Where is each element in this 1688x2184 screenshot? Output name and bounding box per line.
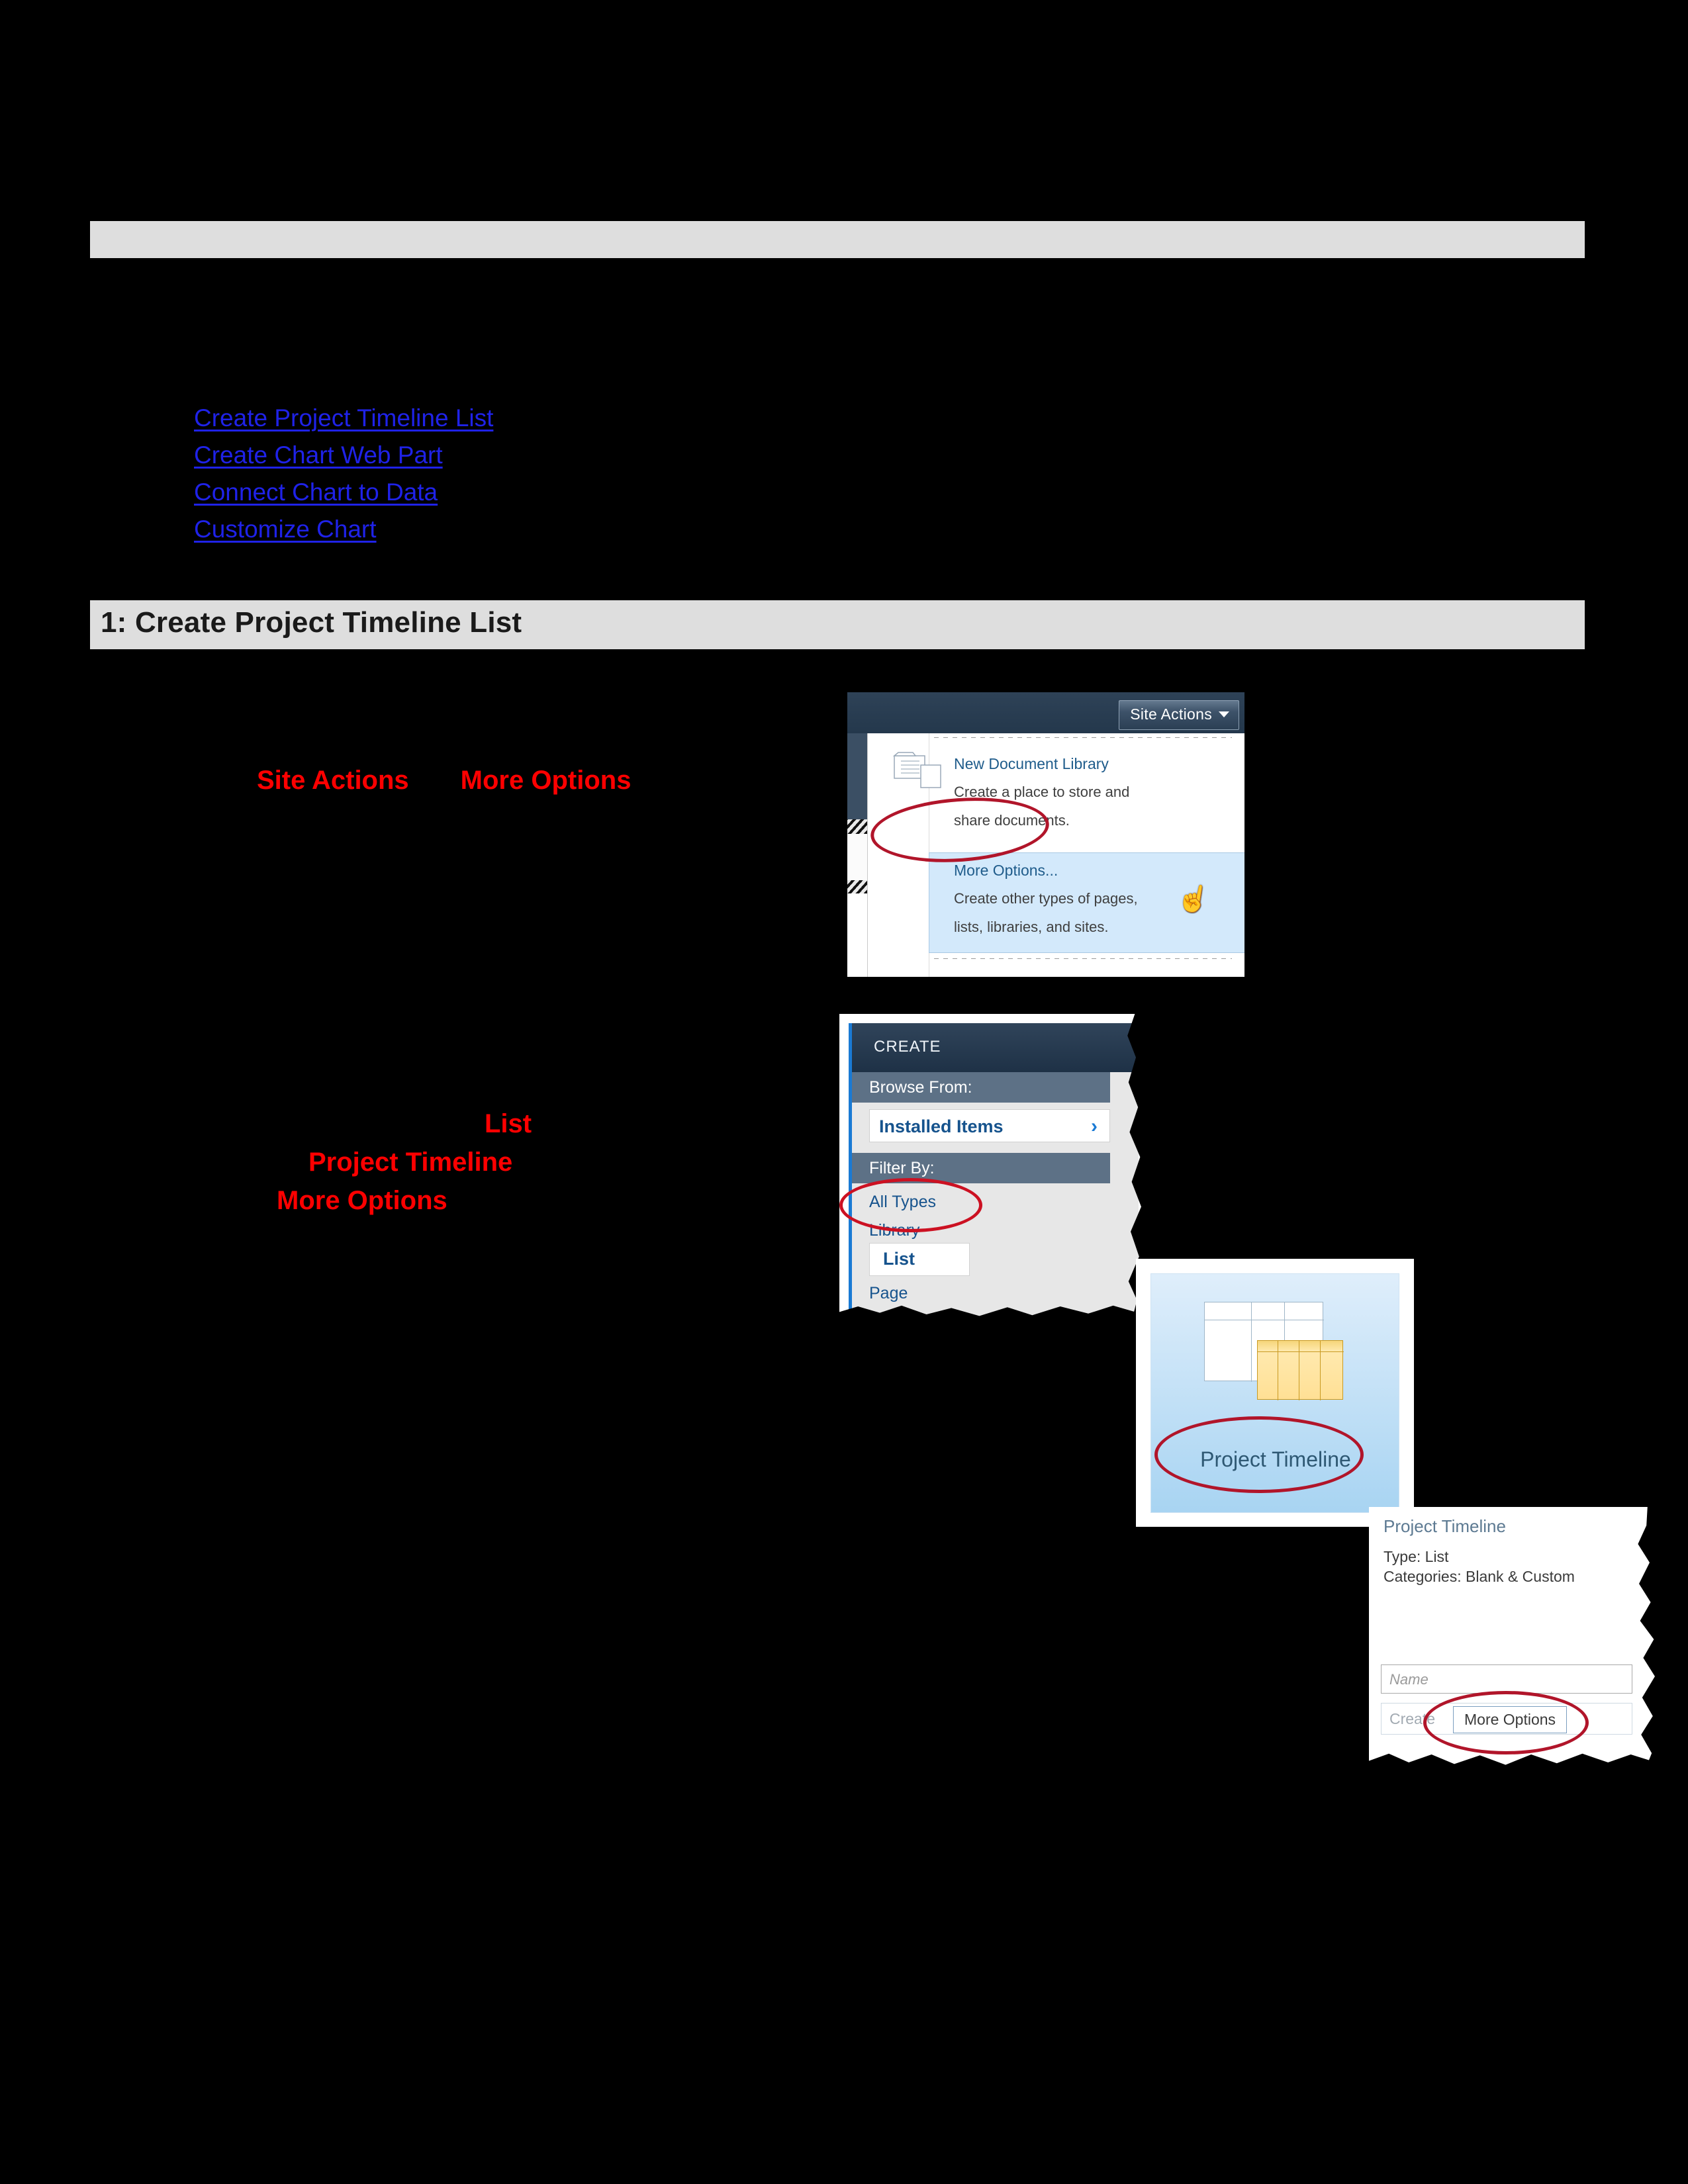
name-input-placeholder: Name — [1389, 1671, 1429, 1688]
annotation-more-options: More Options — [460, 766, 632, 795]
site-actions-button-label: Site Actions — [1130, 705, 1212, 723]
menu-dashed-separator-bottom — [934, 958, 1232, 959]
toc-link-create-project-timeline-list[interactable]: Create Project Timeline List — [194, 400, 493, 437]
screenshot-site-actions-menu: Site Actions New Document Library Create… — [847, 692, 1244, 977]
annotation-project-timeline: Project Timeline — [308, 1148, 513, 1177]
details-type: Type: List — [1383, 1548, 1449, 1565]
annotation-more-options-2: More Options — [277, 1186, 447, 1215]
page-body-strip — [847, 834, 867, 880]
toc-link-connect-chart-to-data[interactable]: Connect Chart to Data — [194, 474, 493, 511]
toc-link-create-chart-web-part[interactable]: Create Chart Web Part — [194, 437, 493, 474]
page-body-strip-2 — [847, 893, 867, 977]
menu-item-more-options-desc-2: lists, libraries, and sites. — [954, 919, 1109, 935]
filter-item-list-label: List — [883, 1249, 915, 1269]
toc-link-customize-chart[interactable]: Customize Chart — [194, 511, 493, 548]
project-timeline-gantt-icon — [1257, 1340, 1344, 1400]
redaction-hatch-2 — [847, 880, 867, 893]
chevron-right-icon: › — [1091, 1115, 1098, 1137]
annotation-site-actions: Site Actions — [257, 766, 409, 795]
project-timeline-details-panel: Project Timeline Type: List Categories: … — [1369, 1507, 1687, 1786]
browse-from-section-header: Browse From: — [852, 1072, 1110, 1103]
document-page: Create Project Timeline List Create Char… — [0, 0, 1688, 2184]
red-highlight-ellipse-list — [839, 1178, 982, 1232]
menu-item-new-document-library-title[interactable]: New Document Library — [954, 755, 1109, 773]
torn-paper-edge-right-2 — [1638, 1507, 1687, 1772]
redaction-hatch — [847, 819, 867, 834]
details-title: Project Timeline — [1383, 1516, 1506, 1536]
project-timeline-tile-card[interactable]: Project Timeline — [1136, 1259, 1414, 1527]
section-heading-text: 1: Create Project Timeline List — [101, 606, 522, 639]
filter-item-page[interactable]: Page — [869, 1284, 908, 1303]
details-categories: Categories: Blank & Custom — [1383, 1568, 1575, 1585]
red-highlight-ellipse-more-options-button — [1423, 1691, 1589, 1754]
create-dialog-title: CREATE — [874, 1038, 941, 1056]
installed-items-label: Installed Items — [879, 1116, 1004, 1136]
site-actions-button[interactable]: Site Actions — [1119, 700, 1239, 730]
annotation-row-site-actions: Site Actions More Options — [257, 766, 631, 796]
create-dialog-panel: CREATE Browse From: Installed Items › Fi… — [839, 1014, 1178, 1338]
table-of-contents: Create Project Timeline List Create Char… — [194, 400, 493, 548]
filter-item-list-selected[interactable]: List — [869, 1243, 970, 1276]
annotation-list: List — [485, 1109, 532, 1138]
menu-dashed-separator-top — [934, 737, 1232, 738]
menu-item-more-options-desc-1: Create other types of pages, — [954, 890, 1138, 907]
menu-item-more-options-title[interactable]: More Options... — [954, 862, 1058, 880]
installed-items-option[interactable]: Installed Items › — [869, 1109, 1110, 1142]
chevron-down-icon — [1219, 711, 1229, 717]
screenshot-create-dialog-composite: CREATE Browse From: Installed Items › Fi… — [839, 1014, 1687, 1786]
hand-pointer-icon: ☝ — [1174, 882, 1213, 916]
header-band — [90, 221, 1585, 258]
name-input[interactable]: Name — [1381, 1664, 1632, 1694]
document-library-icon — [893, 752, 941, 788]
chrome-left-strip — [847, 733, 867, 819]
red-highlight-ellipse-project-timeline — [1154, 1416, 1364, 1493]
create-dialog-titlebar: CREATE — [849, 1023, 1139, 1072]
